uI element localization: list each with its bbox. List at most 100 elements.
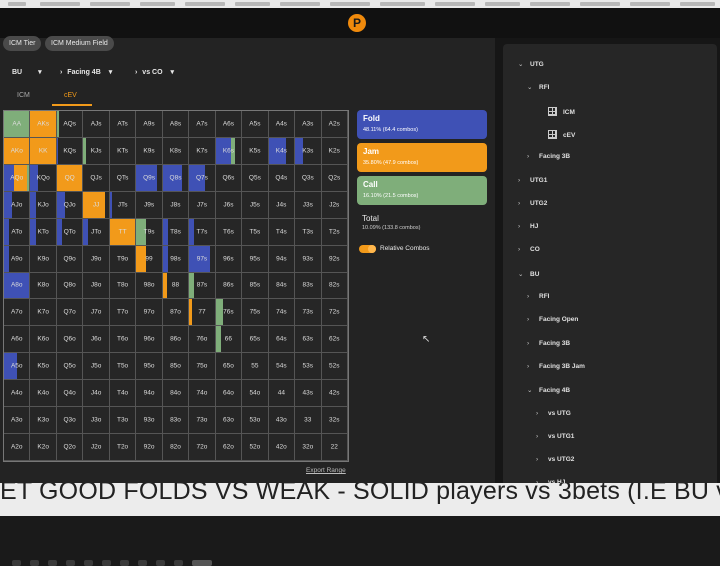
hand-cell-96o[interactable]: 96o (136, 326, 163, 354)
tree-item[interactable]: ⌄ RFI (527, 83, 549, 91)
hand-cell-83o[interactable]: 83o (162, 407, 190, 435)
hand-cell-92s[interactable]: 92s (321, 245, 348, 273)
hand-cell-53o[interactable]: 53o (242, 407, 269, 435)
action-dropdown[interactable]: › Facing 4B ▾ (60, 68, 112, 76)
position-dropdown[interactable]: BU ▾ (12, 68, 42, 76)
hand-cell-43s[interactable]: 43s (295, 380, 322, 408)
hand-cell-53s[interactable]: 53s (295, 353, 322, 381)
tree-item[interactable]: › CO (518, 246, 540, 253)
hand-cell-55[interactable]: 55 (242, 353, 269, 381)
hand-cell-65s[interactable]: 65s (242, 326, 269, 354)
hand-cell-Q5o[interactable]: Q5o (56, 353, 84, 381)
hand-cell-Q4o[interactable]: Q4o (56, 380, 84, 408)
hand-cell-73o[interactable]: 73o (189, 407, 216, 435)
hand-cell-QJo[interactable]: QJo (56, 191, 84, 219)
hand-cell-J4o[interactable]: J4o (83, 380, 110, 408)
tree-item[interactable]: › vs UTG2 (536, 456, 574, 463)
hand-cell-T9o[interactable]: T9o (109, 245, 137, 273)
hand-cell-77[interactable]: 77 (189, 299, 216, 327)
hand-cell-T6o[interactable]: T6o (109, 326, 137, 354)
tree-item[interactable]: › Facing 3B (527, 153, 570, 160)
hand-cell-T8s[interactable]: T8s (162, 218, 190, 246)
hand-cell-22[interactable]: 22 (321, 434, 348, 461)
hand-cell-Q8s[interactable]: Q8s (162, 164, 190, 192)
hand-cell-94o[interactable]: 94o (136, 380, 163, 408)
tree-item[interactable]: ICM (536, 106, 575, 116)
hand-cell-52o[interactable]: 52o (242, 434, 269, 461)
hand-cell-ATs[interactable]: ATs (109, 111, 137, 138)
hand-cell-KJs[interactable]: KJs (83, 137, 110, 165)
hand-cell-93s[interactable]: 93s (295, 245, 322, 273)
hand-cell-Q6s[interactable]: Q6s (215, 164, 243, 192)
hand-cell-Q7s[interactable]: Q7s (189, 164, 216, 192)
hand-cell-K6o[interactable]: K6o (30, 326, 57, 354)
hand-cell-TT[interactable]: TT (109, 218, 137, 246)
hand-cell-97o[interactable]: 97o (136, 299, 163, 327)
hand-cell-Q3o[interactable]: Q3o (56, 407, 84, 435)
hand-cell-87o[interactable]: 87o (162, 299, 190, 327)
hand-cell-62o[interactable]: 62o (215, 434, 243, 461)
chip-icm-medium-field[interactable]: ICM Medium Field (45, 36, 114, 51)
hand-cell-52s[interactable]: 52s (321, 353, 348, 381)
hand-cell-82s[interactable]: 82s (321, 272, 348, 300)
hand-cell-J5o[interactable]: J5o (83, 353, 110, 381)
hand-cell-K8o[interactable]: K8o (30, 272, 57, 300)
hand-cell-T3s[interactable]: T3s (295, 218, 322, 246)
hand-cell-T2o[interactable]: T2o (109, 434, 137, 461)
hand-cell-76o[interactable]: 76o (189, 326, 216, 354)
hand-cell-65o[interactable]: 65o (215, 353, 243, 381)
hand-cell-J8s[interactable]: J8s (162, 191, 190, 219)
hand-cell-T3o[interactable]: T3o (109, 407, 137, 435)
hand-cell-A5s[interactable]: A5s (242, 111, 269, 138)
hand-cell-33[interactable]: 33 (295, 407, 322, 435)
hand-cell-JTo[interactable]: JTo (83, 218, 110, 246)
hand-cell-K4o[interactable]: K4o (30, 380, 57, 408)
hand-cell-K8s[interactable]: K8s (162, 137, 190, 165)
hand-cell-AQs[interactable]: AQs (56, 111, 84, 138)
hand-cell-95o[interactable]: 95o (136, 353, 163, 381)
hand-cell-J9o[interactable]: J9o (83, 245, 110, 273)
hand-cell-T5o[interactable]: T5o (109, 353, 137, 381)
hand-cell-88[interactable]: 88 (162, 272, 190, 300)
hand-cell-J7o[interactable]: J7o (83, 299, 110, 327)
hand-cell-QTo[interactable]: QTo (56, 218, 84, 246)
hand-cell-82o[interactable]: 82o (162, 434, 190, 461)
tree-item[interactable]: cEV (536, 129, 575, 139)
hand-cell-72s[interactable]: 72s (321, 299, 348, 327)
app-logo[interactable]: P (348, 14, 366, 32)
hand-cell-T8o[interactable]: T8o (109, 272, 137, 300)
hand-cell-74o[interactable]: 74o (189, 380, 216, 408)
hand-cell-43o[interactable]: 43o (268, 407, 296, 435)
hand-cell-83s[interactable]: 83s (295, 272, 322, 300)
hand-cell-AJo[interactable]: AJo (4, 191, 31, 219)
hand-cell-A8o[interactable]: A8o (4, 272, 31, 300)
hand-cell-54s[interactable]: 54s (268, 353, 296, 381)
hand-cell-K4s[interactable]: K4s (268, 137, 296, 165)
tree-item[interactable]: › UTG2 (518, 200, 547, 207)
hand-cell-K6s[interactable]: K6s (215, 137, 243, 165)
hand-cell-76s[interactable]: 76s (215, 299, 243, 327)
hand-cell-AKo[interactable]: AKo (4, 137, 31, 165)
hand-cell-T9s[interactable]: T9s (136, 218, 163, 246)
hand-cell-A2o[interactable]: A2o (4, 434, 31, 461)
hand-cell-98s[interactable]: 98s (162, 245, 190, 273)
hand-cell-A6o[interactable]: A6o (4, 326, 31, 354)
hand-cell-K7s[interactable]: K7s (189, 137, 216, 165)
tree-item[interactable]: › HJ (518, 223, 538, 230)
hand-cell-84o[interactable]: 84o (162, 380, 190, 408)
hand-cell-44[interactable]: 44 (268, 380, 296, 408)
hand-cell-T4o[interactable]: T4o (109, 380, 137, 408)
hand-cell-T7s[interactable]: T7s (189, 218, 216, 246)
hand-cell-97s[interactable]: 97s (189, 245, 216, 273)
hand-cell-86s[interactable]: 86s (215, 272, 243, 300)
hand-cell-Q8o[interactable]: Q8o (56, 272, 84, 300)
hand-cell-32s[interactable]: 32s (321, 407, 348, 435)
hand-cell-64s[interactable]: 64s (268, 326, 296, 354)
versus-dropdown[interactable]: › vs CO ▾ (135, 68, 174, 76)
tree-item[interactable]: ⌄ Facing 4B (527, 386, 570, 394)
hand-cell-Q5s[interactable]: Q5s (242, 164, 269, 192)
hand-cell-K3s[interactable]: K3s (295, 137, 322, 165)
hand-cell-A3o[interactable]: A3o (4, 407, 31, 435)
hand-cell-87s[interactable]: 87s (189, 272, 216, 300)
hand-cell-K2s[interactable]: K2s (321, 137, 348, 165)
